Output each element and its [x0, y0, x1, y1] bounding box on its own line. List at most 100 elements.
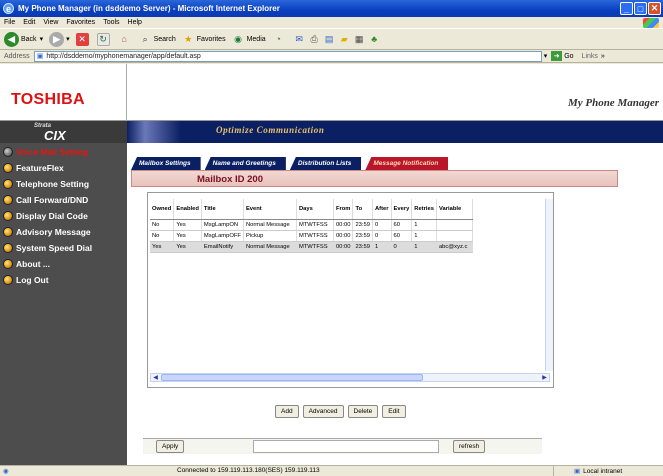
media-button[interactable]: ◉ Media: [232, 33, 266, 46]
logo-box: TOSHIBA: [0, 64, 127, 121]
address-label: Address: [4, 52, 30, 60]
tab-distribution-lists[interactable]: Distribution Lists: [289, 157, 362, 170]
left-nav: Voice Mail Setting FeatureFlex Telephone…: [0, 143, 127, 465]
table-row[interactable]: No Yes MsgLampOFF Pickup MTWTFSS 00:00 2…: [150, 230, 473, 242]
nav-display-dial-code[interactable]: Display Dial Code: [0, 209, 127, 223]
cell-after: 1: [372, 241, 392, 253]
cix-label: CIX: [44, 128, 66, 143]
print-icon: ⎙: [310, 33, 318, 44]
nav-label: About ...: [16, 259, 50, 269]
nav-label: Advisory Message: [16, 227, 91, 237]
col-enabled[interactable]: Enabled: [173, 199, 202, 220]
cell-from: 00:00: [333, 219, 354, 231]
advanced-button[interactable]: Advanced: [302, 405, 344, 418]
nav-advisory-message[interactable]: Advisory Message: [0, 225, 127, 239]
col-variable[interactable]: Variable: [436, 199, 473, 220]
col-retries[interactable]: Retries: [411, 199, 437, 220]
notification-table-frame: Owned Enabled Title Event Days From To A…: [147, 192, 554, 388]
nav-bullet-icon: [3, 211, 13, 221]
cell-from: 00:00: [333, 241, 354, 253]
page-status-icon: ◉: [3, 468, 9, 475]
cell-to: 23:59: [352, 230, 373, 242]
forward-button[interactable]: ▶ ▾: [49, 31, 70, 47]
nav-bullet-icon: [3, 227, 13, 237]
search-button[interactable]: ⌕ Search: [139, 33, 176, 46]
nav-featureflex[interactable]: FeatureFlex: [0, 161, 127, 175]
col-from[interactable]: From: [333, 199, 354, 220]
apply-button[interactable]: Apply: [156, 440, 185, 453]
main-content: Mailbox Settings Name and Greetings Dist…: [127, 143, 663, 465]
links-button[interactable]: Links: [582, 53, 598, 60]
history-button[interactable]: ◔: [272, 33, 287, 46]
search-label: Search: [153, 35, 176, 43]
forward-dropdown-icon: ▾: [66, 36, 70, 43]
col-title[interactable]: Title: [201, 199, 244, 220]
col-days[interactable]: Days: [296, 199, 334, 220]
home-icon: ⌂: [121, 34, 127, 44]
back-arrow-icon: ◀: [4, 31, 19, 47]
col-owned[interactable]: Owned: [150, 199, 175, 220]
favorites-button[interactable]: ★ Favorites: [182, 33, 225, 46]
cell-event: Normal Message: [243, 241, 297, 253]
star-icon: ★: [184, 33, 193, 44]
close-button[interactable]: ✕: [648, 2, 661, 15]
home-button[interactable]: ⌂: [118, 33, 133, 46]
address-input[interactable]: ▣ http://dsddemo/myphonemanager/app/defa…: [33, 50, 542, 62]
menu-view[interactable]: View: [43, 19, 58, 26]
table-vertical-scrollbar[interactable]: [545, 199, 553, 371]
scroll-right-icon[interactable]: ▶: [540, 374, 549, 381]
scroll-left-icon[interactable]: ◀: [151, 374, 160, 381]
back-dropdown-icon: ▾: [39, 36, 44, 43]
col-to[interactable]: To: [352, 199, 373, 220]
back-button[interactable]: ◀ Back ▾: [4, 31, 44, 47]
menu-help[interactable]: Help: [128, 19, 142, 26]
maximize-button[interactable]: □: [634, 2, 647, 15]
menu-edit[interactable]: Edit: [23, 19, 35, 26]
refresh-button[interactable]: refresh: [453, 440, 486, 453]
web-page: TOSHIBA My Phone Manager Strata CIX Opti…: [0, 64, 663, 465]
tab-bar: Mailbox Settings Name and Greetings Dist…: [131, 157, 452, 170]
tagline: Optimize Communication: [216, 125, 325, 135]
menu-file[interactable]: File: [4, 19, 15, 26]
table-row[interactable]: No Yes MsgLampON Normal Message MTWTFSS …: [150, 219, 473, 231]
stop-button[interactable]: ✕: [75, 32, 91, 46]
links-chevron-icon[interactable]: »: [601, 53, 605, 60]
address-bar: Address ▣ http://dsddemo/myphonemanager/…: [0, 50, 663, 63]
nav-system-speed-dial[interactable]: System Speed Dial: [0, 241, 127, 255]
cell-every: 60: [391, 219, 413, 231]
banner: Strata CIX Optimize Communication: [0, 121, 663, 143]
menu-favorites[interactable]: Favorites: [66, 19, 95, 26]
refresh-page-button[interactable]: ↻: [96, 32, 112, 46]
tab-mailbox-settings[interactable]: Mailbox Settings: [131, 157, 201, 170]
edit-button[interactable]: Edit: [382, 405, 406, 418]
go-button[interactable]: ➜ Go: [551, 51, 574, 61]
nav-label: Call Forward/DND: [16, 195, 89, 205]
mail-button[interactable]: ✉ ⎙ ▤ ▰ ▦ ♣: [293, 33, 383, 46]
cell-days: MTWTFSS: [296, 230, 334, 242]
table-row-selected[interactable]: Yes Yes EmailNotify Normal Message MTWTF…: [150, 241, 473, 253]
col-event[interactable]: Event: [243, 199, 297, 220]
table-horizontal-scrollbar[interactable]: ◀ ▶: [150, 373, 550, 382]
scrollbar-thumb[interactable]: [161, 374, 423, 381]
nav-bullet-icon: [3, 147, 13, 157]
status-field: [253, 440, 439, 453]
nav-call-forward-dnd[interactable]: Call Forward/DND: [0, 193, 127, 207]
delete-button[interactable]: Delete: [347, 405, 379, 418]
table-header-row: Owned Enabled Title Event Days From To A…: [150, 199, 473, 220]
minimize-button[interactable]: _: [620, 2, 633, 15]
nav-log-out[interactable]: Log Out: [0, 273, 127, 287]
toolbar: ◀ Back ▾ ▶ ▾ ✕ ↻ ⌂ ⌕ Search ★ Favorites …: [0, 28, 663, 50]
cell-retries: 1: [411, 241, 437, 253]
col-after[interactable]: After: [372, 199, 392, 220]
refresh-icon: ↻: [96, 32, 110, 46]
nav-telephone-setting[interactable]: Telephone Setting: [0, 177, 127, 191]
col-every[interactable]: Every: [391, 199, 413, 220]
nav-voice-mail-setting[interactable]: Voice Mail Setting: [0, 145, 127, 159]
add-button[interactable]: Add: [275, 405, 299, 418]
tab-name-and-greetings[interactable]: Name and Greetings: [204, 157, 286, 170]
tab-message-notification[interactable]: Message Notification: [365, 157, 449, 170]
menu-tools[interactable]: Tools: [103, 19, 119, 26]
cell-to: 23:59: [352, 241, 373, 253]
nav-about[interactable]: About ...: [0, 257, 127, 271]
address-dropdown-icon[interactable]: ▾: [544, 52, 548, 60]
